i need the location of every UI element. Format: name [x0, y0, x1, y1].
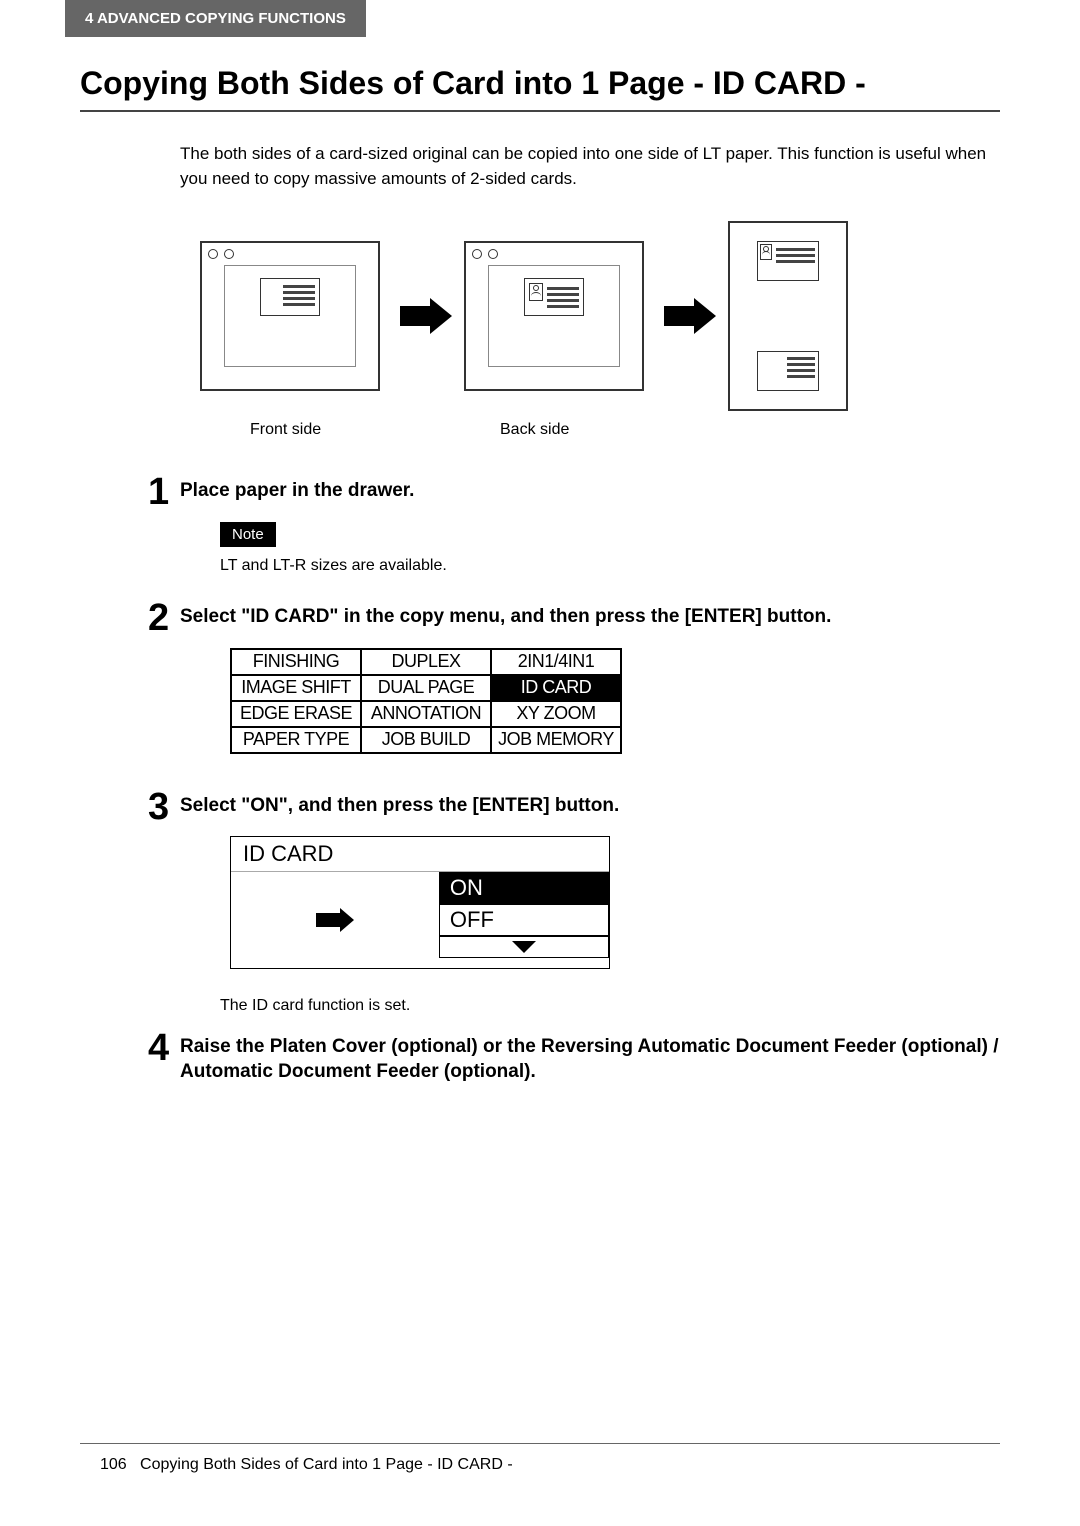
menu-xy-zoom[interactable]: XY ZOOM — [491, 701, 621, 727]
step-3-title: Select "ON", and then press the [ENTER] … — [180, 794, 1000, 819]
footer: 106 Copying Both Sides of Card into 1 Pa… — [100, 1456, 513, 1474]
menu-annotation[interactable]: ANNOTATION — [361, 701, 491, 727]
step-4: 4 Raise the Platen Cover (optional) or t… — [180, 1035, 1000, 1084]
note-label: Note — [220, 522, 276, 547]
step-2-title: Select "ID CARD" in the copy menu, and t… — [180, 605, 1000, 630]
step-3-number: 3 — [148, 786, 169, 829]
step-1-title: Place paper in the drawer. — [180, 479, 1000, 504]
page-number: 106 — [100, 1456, 127, 1473]
menu-paper-type[interactable]: PAPER TYPE — [231, 727, 361, 753]
menu-duplex[interactable]: DUPLEX — [361, 649, 491, 675]
scanner-illustration-row — [200, 221, 1080, 411]
step-1-number: 1 — [148, 471, 169, 514]
lcd-panel: ID CARD ON OFF — [230, 836, 610, 969]
note-text: LT and LT-R sizes are available. — [220, 557, 1000, 575]
menu-2in1-4in1[interactable]: 2IN1/4IN1 — [491, 649, 621, 675]
scanner-back — [464, 241, 644, 391]
label-back-side: Back side — [400, 421, 600, 439]
scanner-front — [200, 241, 380, 391]
label-front-side: Front side — [200, 421, 400, 439]
step-2-number: 2 — [148, 597, 169, 640]
footer-title: Copying Both Sides of Card into 1 Page -… — [140, 1456, 513, 1473]
menu-id-card[interactable]: ID CARD — [491, 675, 621, 701]
menu-image-shift[interactable]: IMAGE SHIFT — [231, 675, 361, 701]
chevron-down-icon — [512, 941, 536, 953]
lcd-scroll-down[interactable] — [439, 936, 609, 958]
menu-job-build[interactable]: JOB BUILD — [361, 727, 491, 753]
intro-paragraph: The both sides of a card-sized original … — [180, 142, 1000, 191]
arrow-right-icon — [392, 298, 452, 334]
output-paper — [728, 221, 848, 411]
scanner-labels: Front side Back side — [200, 421, 1080, 439]
menu-dual-page[interactable]: DUAL PAGE — [361, 675, 491, 701]
step-1: 1 Place paper in the drawer. Note LT and… — [180, 479, 1000, 575]
lcd-option-off[interactable]: OFF — [439, 904, 609, 936]
page-title: Copying Both Sides of Card into 1 Page -… — [80, 65, 1080, 102]
step-3: 3 Select "ON", and then press the [ENTER… — [180, 794, 1000, 1016]
menu-finishing[interactable]: FINISHING — [231, 649, 361, 675]
step-4-number: 4 — [148, 1027, 169, 1070]
footer-rule — [80, 1443, 1000, 1444]
title-underline — [80, 110, 1000, 112]
step-3-result: The ID card function is set. — [220, 997, 1000, 1015]
chapter-header: 4 ADVANCED COPYING FUNCTIONS — [65, 0, 366, 37]
copy-menu-grid: FINISHING DUPLEX 2IN1/4IN1 IMAGE SHIFT D… — [230, 648, 622, 754]
menu-edge-erase[interactable]: EDGE ERASE — [231, 701, 361, 727]
arrow-right-icon — [656, 298, 716, 334]
step-2: 2 Select "ID CARD" in the copy menu, and… — [180, 605, 1000, 754]
lcd-option-on[interactable]: ON — [439, 872, 609, 904]
lcd-title: ID CARD — [231, 837, 609, 872]
step-4-title: Raise the Platen Cover (optional) or the… — [180, 1035, 1000, 1084]
menu-job-memory[interactable]: JOB MEMORY — [491, 727, 621, 753]
arrow-right-icon — [316, 908, 354, 932]
